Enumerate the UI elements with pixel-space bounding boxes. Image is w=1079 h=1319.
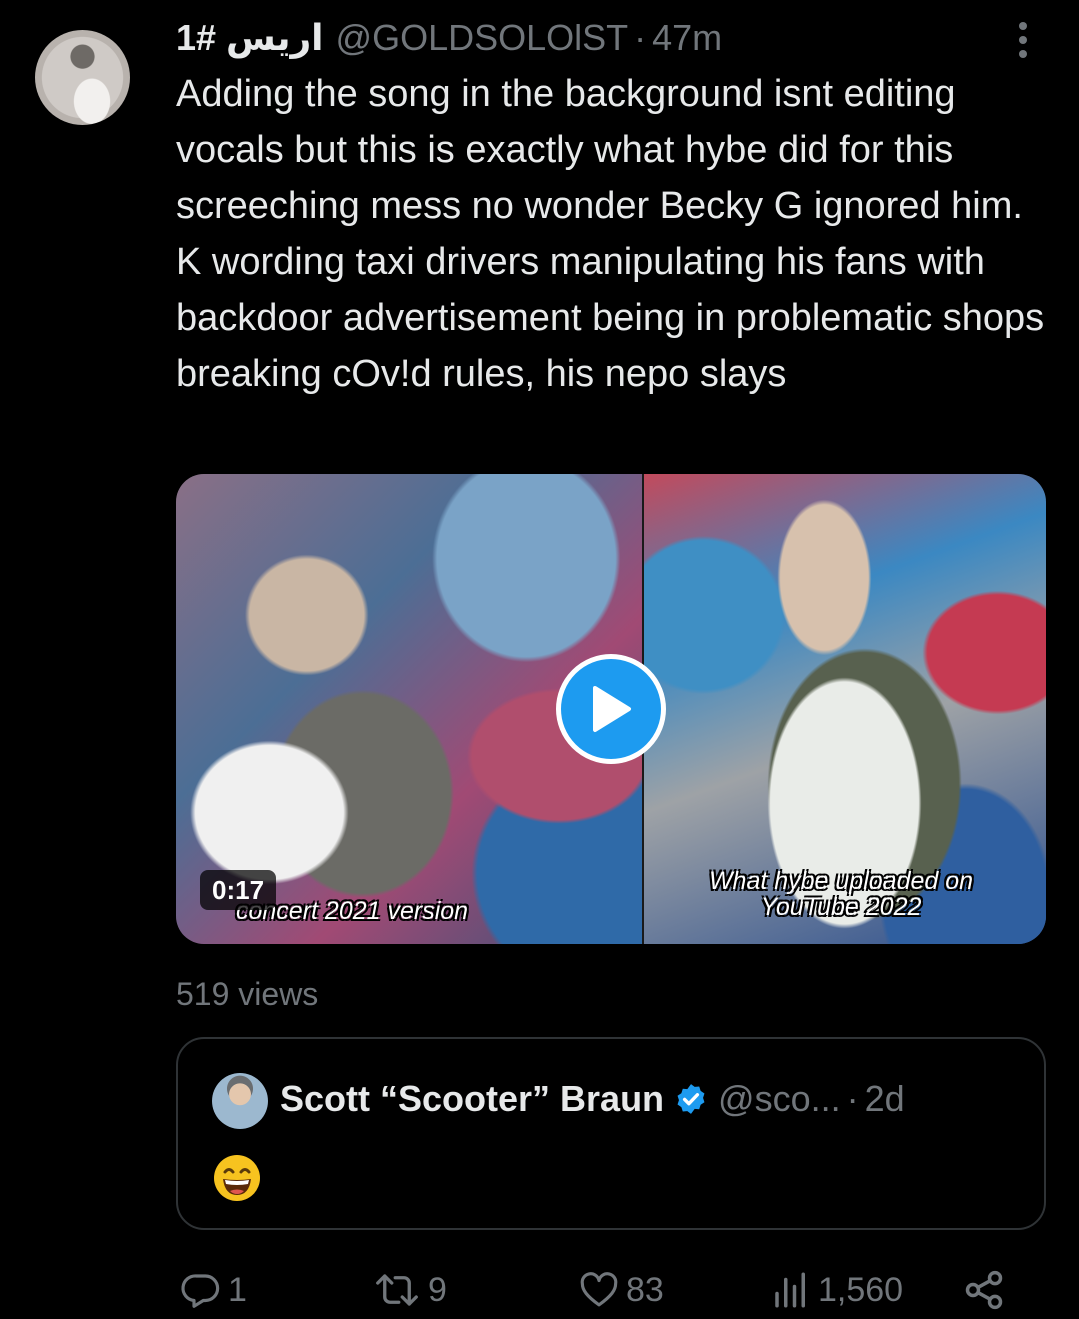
author-avatar[interactable] [35,30,130,125]
share-icon [965,1270,1003,1310]
quoted-author-avatar [212,1073,268,1129]
retweet-button[interactable]: 9 [372,1262,447,1318]
quoted-author-handle: @sco... [718,1078,841,1119]
verified-badge-icon [674,1082,708,1116]
video-caption-right: What hybe uploaded on YouTube 2022 [708,867,974,921]
grinning-face-emoji-icon [214,1155,260,1201]
author-handle[interactable]: @GOLDSOLOlST [336,17,629,59]
video-view-count: 519 views [176,976,319,1012]
reply-icon [181,1274,220,1308]
quoted-tweet-header: Scott “Scooter” Braun @sco... · 2d [280,1075,905,1123]
views-chart-icon [775,1272,805,1308]
like-button[interactable]: 83 [578,1262,664,1318]
view-count: 1,560 [818,1270,904,1309]
video-duration-badge: 0:17 [200,870,277,910]
reply-button[interactable]: 1 [180,1262,247,1318]
like-count: 83 [626,1270,664,1309]
share-button[interactable] [962,1262,1006,1318]
heart-icon [580,1272,618,1307]
play-icon [593,686,631,732]
quoted-author-name: Scott “Scooter” Braun [280,1078,665,1119]
view-analytics-button[interactable]: 1,560 [770,1262,903,1318]
video-player[interactable]: concert 2021 version What hybe uploaded … [176,474,1046,944]
header-separator: · [634,17,647,58]
tweet-text: Adding the song in the background isnt e… [176,73,1045,395]
retweet-count: 9 [428,1270,447,1309]
quoted-tweet-card[interactable]: Scott “Scooter” Braun @sco... · 2d [176,1037,1046,1230]
retweet-icon [376,1274,418,1306]
quoted-separator: · [846,1078,859,1119]
more-options-icon[interactable] [1008,18,1038,62]
tweet-header: اريس #1 @GOLDSOLOlST · 47m [176,14,722,62]
quoted-timestamp: 2d [864,1078,905,1119]
tweet-timestamp[interactable]: 47m [652,17,722,59]
tweet-action-bar: 1 9 83 1,560 [0,1262,1079,1318]
play-button[interactable] [556,654,666,764]
reply-count: 1 [228,1270,247,1309]
author-display-name[interactable]: اريس #1 [176,17,324,59]
